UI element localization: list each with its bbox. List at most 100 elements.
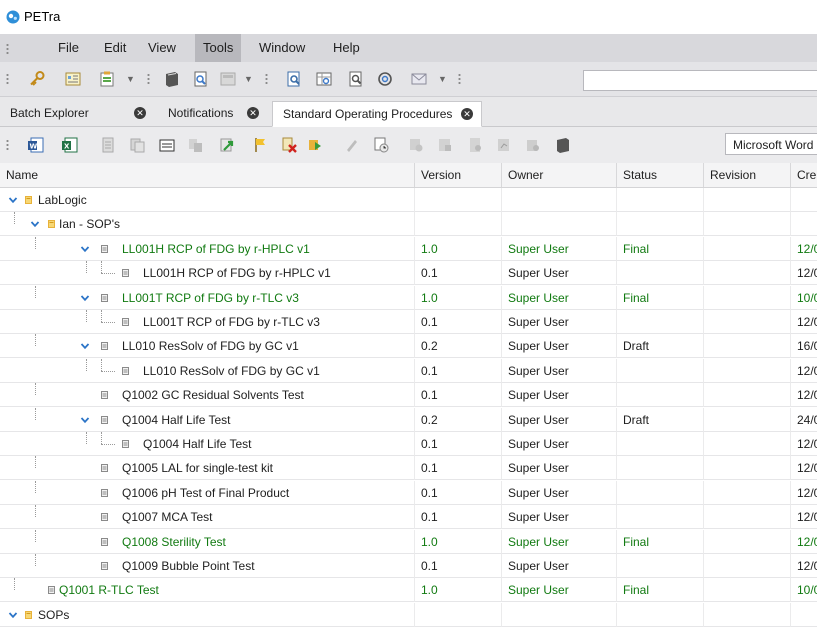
owner-cell[interactable] (502, 188, 617, 212)
created-cell[interactable] (791, 603, 817, 627)
green-arrow-icon[interactable] (218, 136, 236, 154)
mail-icon[interactable] (410, 70, 428, 88)
copy-gray-icon[interactable] (128, 136, 146, 154)
menu-view[interactable]: View (140, 34, 184, 62)
version-cell[interactable] (415, 602, 502, 627)
chevron-down-icon[interactable] (80, 293, 90, 303)
created-cell[interactable]: 12/0 (791, 554, 817, 578)
close-icon[interactable]: ✕ (247, 107, 259, 119)
name-cell[interactable]: LabLogic (0, 188, 415, 212)
created-cell[interactable]: 12/0 (791, 456, 817, 481)
table-row[interactable]: LL010 ResSolv of FDG by GC v1 0.1 Super Us… (0, 358, 817, 383)
menu-window[interactable]: Window (251, 34, 313, 62)
excel-icon[interactable]: X (61, 136, 79, 154)
name-cell[interactable]: Q1006 pH Test of Final Product (0, 480, 415, 505)
name-cell[interactable]: Q1005 LAL for single-test kit (0, 456, 415, 481)
owner-cell[interactable]: Super User (502, 407, 617, 432)
toolbar-grip-icon[interactable] (6, 139, 9, 151)
status-cell[interactable] (617, 505, 704, 530)
table-row[interactable]: Q1008 Sterility Test 1.0 Super User Final 12… (0, 529, 817, 554)
version-cell[interactable]: 0.1 (415, 505, 502, 530)
table-row[interactable]: LL001T RCP of FDG by r-TLC v3 0.1 Super Us… (0, 310, 817, 334)
owner-cell[interactable]: Super User (502, 432, 617, 456)
chart-gray-icon[interactable] (495, 136, 513, 154)
clipboard-icon[interactable] (98, 70, 116, 88)
name-cell[interactable]: Ian - SOP's (0, 212, 415, 237)
name-cell[interactable]: Q1002 GC Residual Solvents Test (0, 383, 415, 408)
version-cell[interactable]: 0.1 (415, 310, 502, 334)
version-cell[interactable]: 1.0 (415, 529, 502, 554)
table-row[interactable]: SOPs (0, 602, 817, 627)
name-cell[interactable]: Q1009 Bubble Point Test (0, 554, 415, 578)
table-row[interactable]: Q1009 Bubble Point Test 0.1Super User 12/0 (0, 554, 817, 578)
status-cell[interactable] (617, 358, 704, 383)
book2-icon[interactable] (554, 136, 572, 154)
version-cell[interactable]: 0.1 (415, 480, 502, 505)
created-cell[interactable]: 12/0 (791, 481, 817, 505)
column-header-revision[interactable]: Revision (704, 163, 791, 187)
chevron-down-icon[interactable] (8, 610, 18, 620)
status-cell[interactable] (617, 432, 704, 456)
created-cell[interactable]: 24/0 (791, 408, 817, 432)
created-cell[interactable]: 10/0 (791, 286, 817, 310)
status-cell[interactable]: Final (617, 578, 704, 603)
created-cell[interactable]: 12/0 (791, 383, 817, 408)
revision-cell[interactable] (704, 212, 791, 237)
version-cell[interactable] (415, 188, 502, 212)
status-cell[interactable] (617, 261, 704, 286)
chevron-down-icon[interactable] (80, 341, 90, 351)
name-cell[interactable]: Q1008 Sterility Test (0, 529, 415, 554)
column-header-owner[interactable]: Owner (502, 163, 617, 187)
revision-cell[interactable] (704, 236, 791, 261)
version-cell[interactable]: 1.0 (415, 578, 502, 603)
pen-gray-icon[interactable] (343, 136, 361, 154)
revision-cell[interactable] (704, 261, 791, 286)
table-row[interactable]: Q1004 Half Life Test 0.2 Super User Draft 24… (0, 407, 817, 432)
created-cell[interactable]: 16/0 (791, 334, 817, 359)
version-cell[interactable]: 0.1 (415, 383, 502, 408)
close-icon[interactable]: ✕ (461, 108, 473, 120)
name-cell[interactable]: LL001H RCP of FDG by r-HPLC v1 (0, 261, 415, 286)
revision-cell[interactable] (704, 480, 791, 505)
word-icon[interactable]: W (27, 136, 45, 154)
owner-cell[interactable]: Super User (502, 456, 617, 481)
name-cell[interactable]: LL001T RCP of FDG by r-TLC v3 (0, 285, 415, 310)
table-row[interactable]: Q1002 GC Residual Solvents Test 0.1 Super … (0, 383, 817, 408)
merge-gray-icon[interactable] (186, 136, 204, 154)
name-cell[interactable]: Q1004 Half Life Test (0, 432, 415, 456)
status-cell[interactable] (617, 212, 704, 237)
owner-cell[interactable]: Super User (502, 358, 617, 383)
version-cell[interactable]: 0.1 (415, 456, 502, 481)
created-cell[interactable]: 12/0 (791, 237, 817, 261)
revision-cell[interactable] (704, 334, 791, 359)
table-row[interactable]: LL001H RCP of FDG by r-HPLC v1 1.0 Super U… (0, 236, 817, 261)
close-icon[interactable]: ✕ (134, 107, 146, 119)
version-cell[interactable]: 0.1 (415, 554, 502, 578)
magnifier-page-icon[interactable] (347, 70, 365, 88)
status-cell[interactable]: Final (617, 236, 704, 261)
status-cell[interactable]: Final (617, 285, 704, 310)
revision-cell[interactable] (704, 554, 791, 578)
folder-open-icon[interactable] (158, 136, 176, 154)
stack-gray-icon[interactable] (524, 136, 542, 154)
table-row[interactable]: LL010 ResSolv of FDG by GC v1 0.2 Super Us… (0, 334, 817, 359)
owner-cell[interactable]: Super User (502, 383, 617, 408)
version-cell[interactable]: 0.2 (415, 407, 502, 432)
chevron-down-icon[interactable] (80, 415, 90, 425)
owner-cell[interactable]: Super User (502, 529, 617, 554)
revision-cell[interactable] (704, 505, 791, 530)
status-cell[interactable]: Draft (617, 407, 704, 432)
name-cell[interactable]: Q1007 MCA Test (0, 505, 415, 530)
table-row[interactable]: Q1001 R-TLC Test 1.0Super UserFinal 10/0 (0, 578, 817, 603)
revision-cell[interactable] (704, 529, 791, 554)
status-cell[interactable] (617, 188, 704, 212)
table-row[interactable]: Q1007 MCA Test 0.1Super User 12/0 (0, 505, 817, 530)
chevron-down-icon[interactable] (80, 244, 90, 254)
tab-batch-explorer[interactable]: Batch Explorer ✕ (0, 101, 152, 125)
name-cell[interactable]: SOPs (0, 602, 415, 627)
owner-cell[interactable]: Super User (502, 480, 617, 505)
table-row[interactable]: Ian - SOP's (0, 212, 817, 237)
created-cell[interactable]: 12/0 (791, 261, 817, 286)
column-header-version[interactable]: Version (415, 163, 502, 187)
owner-cell[interactable]: Super User (502, 578, 617, 603)
